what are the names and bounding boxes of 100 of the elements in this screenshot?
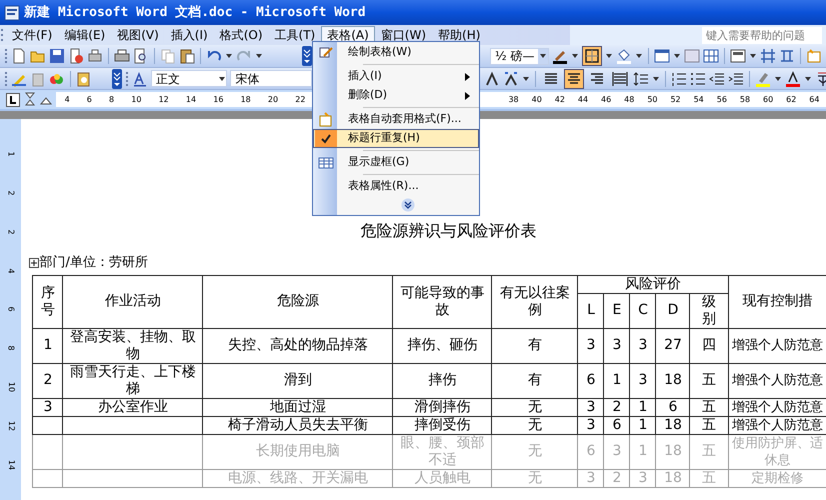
- font-color-icon[interactable]: [785, 70, 801, 86]
- column-header: C: [630, 293, 656, 328]
- caret-icon[interactable]: [635, 52, 644, 60]
- menu-item[interactable]: 格式(O): [214, 26, 269, 44]
- text-direction-icon[interactable]: [484, 70, 500, 86]
- draw-table-icon: [318, 44, 334, 60]
- table-cell: 增强个人防范意: [728, 416, 826, 434]
- help-search-field[interactable]: 键入需要帮助的问题: [702, 26, 822, 44]
- ruler-number: 52: [670, 94, 681, 106]
- caret-icon[interactable]: [218, 74, 226, 82]
- table-autoformat-icon[interactable]: [806, 48, 822, 64]
- column-header: 序号: [32, 275, 63, 328]
- table-cell: 27: [656, 328, 690, 363]
- toolbar-grip-icon[interactable]: [4, 70, 8, 88]
- table-cell: 长期使用电脑: [202, 434, 393, 469]
- border-pen-icon[interactable]: [552, 48, 568, 64]
- printer-permission-icon[interactable]: [87, 48, 103, 64]
- menu-item[interactable]: 插入(I): [164, 26, 214, 44]
- caret-icon[interactable]: [605, 52, 614, 60]
- caret-icon[interactable]: [673, 52, 682, 60]
- menu-item[interactable]: 删除(D): [313, 86, 479, 105]
- document-title: 危险源辨识与风险评价表: [360, 220, 537, 242]
- caret-icon[interactable]: [522, 74, 530, 82]
- ruler-number: 8: [6, 346, 17, 351]
- insert-table-icon[interactable]: [654, 48, 670, 64]
- menu-item[interactable]: 窗口(W): [374, 26, 432, 44]
- ruler-number: 46: [601, 94, 612, 106]
- ruler-number: 2: [6, 229, 17, 234]
- menu-item[interactable]: 显示虚框(G): [313, 153, 479, 172]
- caret-icon[interactable]: [255, 52, 263, 60]
- bulleted-list-icon[interactable]: [690, 70, 706, 86]
- column-header: 有无以往案例: [492, 275, 578, 328]
- toolbar-grip-icon[interactable]: [124, 70, 129, 88]
- menu-item[interactable]: 绘制表格(W): [313, 43, 479, 62]
- ruler-number: 42: [554, 94, 565, 106]
- printer-icon[interactable]: [114, 48, 130, 64]
- indent-marker-icon[interactable]: [24, 92, 36, 108]
- paint-bucket-icon[interactable]: [616, 48, 632, 64]
- style-dropdown[interactable]: 正文: [150, 70, 228, 87]
- table-cell: 四: [690, 328, 728, 363]
- cell-alignment-icon[interactable]: [730, 48, 746, 64]
- table-cell: 3: [578, 469, 604, 487]
- table-cell: 五: [690, 469, 728, 487]
- table-move-handle-icon[interactable]: [29, 258, 40, 268]
- distribute-rows-icon[interactable]: [760, 48, 776, 64]
- styles-icon[interactable]: [132, 70, 148, 86]
- table-cell: 1: [630, 434, 656, 469]
- menu-item[interactable]: 表格属性(R)...: [313, 177, 479, 196]
- line-weight-dropdown[interactable]: ½ 磅—: [490, 48, 550, 64]
- text-lines-icon: [543, 70, 559, 86]
- menu-grip-icon: [0, 26, 6, 44]
- toolbar-overflow-icon[interactable]: [302, 46, 312, 66]
- table-cell: 3: [630, 469, 656, 487]
- ruler-number: 10: [131, 94, 142, 106]
- ruler-number: 50: [647, 94, 658, 106]
- text-lines-icon: [589, 70, 605, 86]
- tab-stop-selector-icon[interactable]: [6, 92, 20, 106]
- menu-item[interactable]: 工具(T): [268, 26, 322, 44]
- ruler-number: 56: [716, 94, 727, 106]
- table-cell: 无: [492, 416, 578, 434]
- outside-border-button[interactable]: [582, 46, 602, 66]
- toolbar-grip-icon[interactable]: [4, 47, 8, 65]
- toolbar-overflow-icon[interactable]: [112, 68, 122, 88]
- menu-item[interactable]: 表格自动套用格式(F)...: [313, 110, 479, 129]
- caret-icon[interactable]: [571, 52, 580, 60]
- menu-item[interactable]: 视图(V): [111, 26, 165, 44]
- character-spacing-icon[interactable]: [503, 70, 519, 86]
- split-cells-icon[interactable]: [703, 48, 720, 64]
- table-cell: 有: [492, 363, 578, 398]
- line-spacing-icon[interactable]: [633, 70, 649, 86]
- ruler-number: 6: [86, 94, 92, 106]
- column-header: L: [578, 293, 604, 328]
- distribute-columns-icon[interactable]: [779, 48, 796, 64]
- caret-icon[interactable]: [774, 74, 782, 82]
- ruler-number: 20: [268, 94, 278, 106]
- caret-icon[interactable]: [225, 52, 233, 60]
- ruler-number: 58: [740, 94, 750, 106]
- ruler-number: 6: [6, 306, 17, 312]
- menu-item[interactable]: 编辑(E): [58, 26, 112, 44]
- menu-item[interactable]: 文件(F): [6, 26, 58, 44]
- increase-indent-icon[interactable]: [728, 70, 744, 86]
- caret-icon[interactable]: [652, 74, 660, 82]
- ruler-number: 38: [508, 94, 519, 106]
- menu-item[interactable]: 帮助(H): [432, 26, 486, 44]
- decrease-indent-icon[interactable]: [709, 70, 725, 86]
- new-document-icon[interactable]: [11, 48, 27, 64]
- caret-icon[interactable]: [749, 52, 758, 60]
- caret-icon[interactable]: [539, 52, 548, 60]
- caret-icon[interactable]: [804, 74, 812, 82]
- numbered-list-icon[interactable]: [671, 70, 687, 86]
- font-dropdown[interactable]: 宋体: [230, 70, 312, 87]
- align-center-button[interactable]: [564, 68, 584, 88]
- expand-menu-icon[interactable]: [401, 198, 415, 212]
- table-cell: 定期检修: [728, 469, 826, 487]
- table-cell: 6: [578, 434, 604, 469]
- menu-item[interactable]: 标题行重复(H): [313, 129, 479, 148]
- menu-item[interactable]: 插入(I): [313, 67, 479, 86]
- paste-clipboard-icon[interactable]: [179, 48, 195, 64]
- column-header: E: [604, 293, 630, 328]
- table-cell: 3: [578, 416, 604, 434]
